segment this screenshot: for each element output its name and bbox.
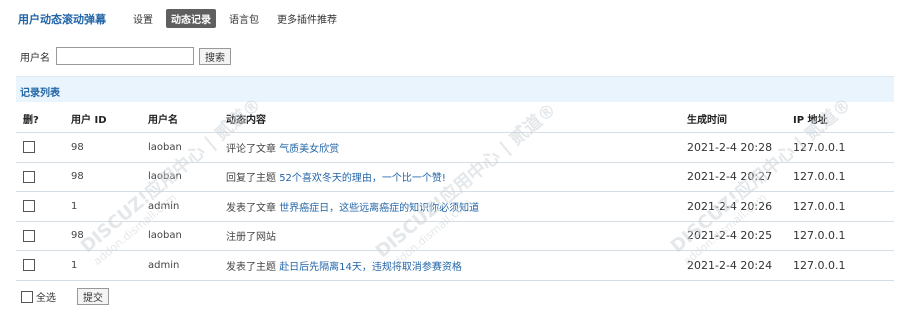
cell-time: 2021-2-4 20:26 [687, 191, 793, 222]
search-button[interactable]: 搜索 [199, 47, 231, 65]
cell-username: laoban [148, 162, 226, 192]
cell-ip: 127.0.0.1 [793, 250, 894, 281]
activity-link[interactable]: 52个喜欢冬天的理由，一个比一个赞! [279, 173, 446, 184]
cell-user-id: 1 [71, 191, 148, 222]
cell-ip: 127.0.0.1 [793, 162, 894, 192]
cell-activity: 发表了文章 世界癌症日，这些远离癌症的知识你必须知道 [226, 191, 687, 222]
activity-action: 回复了主题 [226, 173, 276, 185]
cell-user-id: 98 [71, 221, 148, 251]
table-row: 98 laoban 注册了网站 2021-2-4 20:25 127.0.0.1 [16, 221, 894, 251]
delete-checkbox[interactable] [23, 200, 35, 213]
cell-time: 2021-2-4 20:27 [687, 162, 793, 192]
col-ip: IP 地址 [793, 105, 894, 133]
cell-username: laoban [148, 132, 226, 163]
cell-user-id: 98 [71, 132, 148, 163]
col-time: 生成时间 [687, 105, 793, 133]
cell-ip: 127.0.0.1 [793, 221, 894, 251]
cell-activity: 发表了主题 赴日后先隔离14天，违规将取消参赛资格 [226, 250, 687, 281]
cell-username: admin [148, 191, 226, 222]
activity-action: 发表了文章 [226, 202, 276, 214]
col-activity: 动态内容 [226, 105, 687, 133]
activity-link[interactable]: 赴日后先隔离14天，违规将取消参赛资格 [279, 262, 462, 273]
app-title: 用户动态滚动弹幕 [18, 12, 106, 26]
delete-checkbox[interactable] [23, 141, 35, 154]
table-header-row: 删? 用户 ID 用户名 动态内容 生成时间 IP 地址 [16, 105, 894, 133]
table-row: 98 laoban 评论了文章 气质美女欣赏 2021-2-4 20:28 12… [16, 132, 894, 163]
cell-user-id: 98 [71, 162, 148, 192]
select-all-label: 全选 [36, 293, 56, 304]
col-delete: 删? [16, 105, 71, 133]
activity-link[interactable]: 气质美女欣赏 [279, 144, 339, 155]
cell-ip: 127.0.0.1 [793, 191, 894, 222]
delete-checkbox[interactable] [23, 259, 35, 272]
col-username: 用户名 [148, 105, 226, 133]
top-bar: 用户动态滚动弹幕 设置 动态记录 语言包 更多插件推荐 [18, 9, 350, 28]
cell-activity: 注册了网站 [226, 221, 687, 251]
cell-username: admin [148, 250, 226, 281]
cell-activity: 回复了主题 52个喜欢冬天的理由，一个比一个赞! [226, 162, 687, 192]
table-row: 98 laoban 回复了主题 52个喜欢冬天的理由，一个比一个赞! 2021-… [16, 162, 894, 192]
table-row: 1 admin 发表了主题 赴日后先隔离14天，违规将取消参赛资格 2021-2… [16, 250, 894, 281]
tab-activity-records[interactable]: 动态记录 [166, 9, 216, 28]
records-table: 删? 用户 ID 用户名 动态内容 生成时间 IP 地址 98 laoban 评… [16, 105, 894, 281]
delete-checkbox[interactable] [23, 229, 35, 242]
cell-time: 2021-2-4 20:24 [687, 250, 793, 281]
activity-action: 注册了网站 [226, 232, 276, 244]
search-bar: 用户名 搜索 [20, 47, 231, 65]
section-header: 记录列表 [16, 76, 894, 102]
cell-user-id: 1 [71, 250, 148, 281]
table-footer: 全选 提交 [21, 288, 109, 305]
col-user-id: 用户 ID [71, 105, 148, 133]
tab-more-plugins[interactable]: 更多插件推荐 [272, 9, 342, 28]
submit-button[interactable]: 提交 [77, 288, 109, 305]
activity-action: 发表了主题 [226, 261, 276, 273]
cell-username: laoban [148, 221, 226, 251]
tab-settings[interactable]: 设置 [128, 9, 158, 28]
section-title: 记录列表 [20, 88, 60, 99]
delete-checkbox[interactable] [23, 170, 35, 183]
username-label: 用户名 [20, 52, 50, 64]
cell-activity: 评论了文章 气质美女欣赏 [226, 132, 687, 163]
table-row: 1 admin 发表了文章 世界癌症日，这些远离癌症的知识你必须知道 2021-… [16, 191, 894, 222]
cell-time: 2021-2-4 20:25 [687, 221, 793, 251]
cell-time: 2021-2-4 20:28 [687, 132, 793, 163]
activity-link[interactable]: 世界癌症日，这些远离癌症的知识你必须知道 [279, 203, 479, 214]
tab-language-pack[interactable]: 语言包 [224, 9, 264, 28]
cell-ip: 127.0.0.1 [793, 132, 894, 163]
activity-action: 评论了文章 [226, 143, 276, 155]
select-all-checkbox[interactable] [21, 290, 33, 303]
username-input[interactable] [56, 47, 194, 65]
